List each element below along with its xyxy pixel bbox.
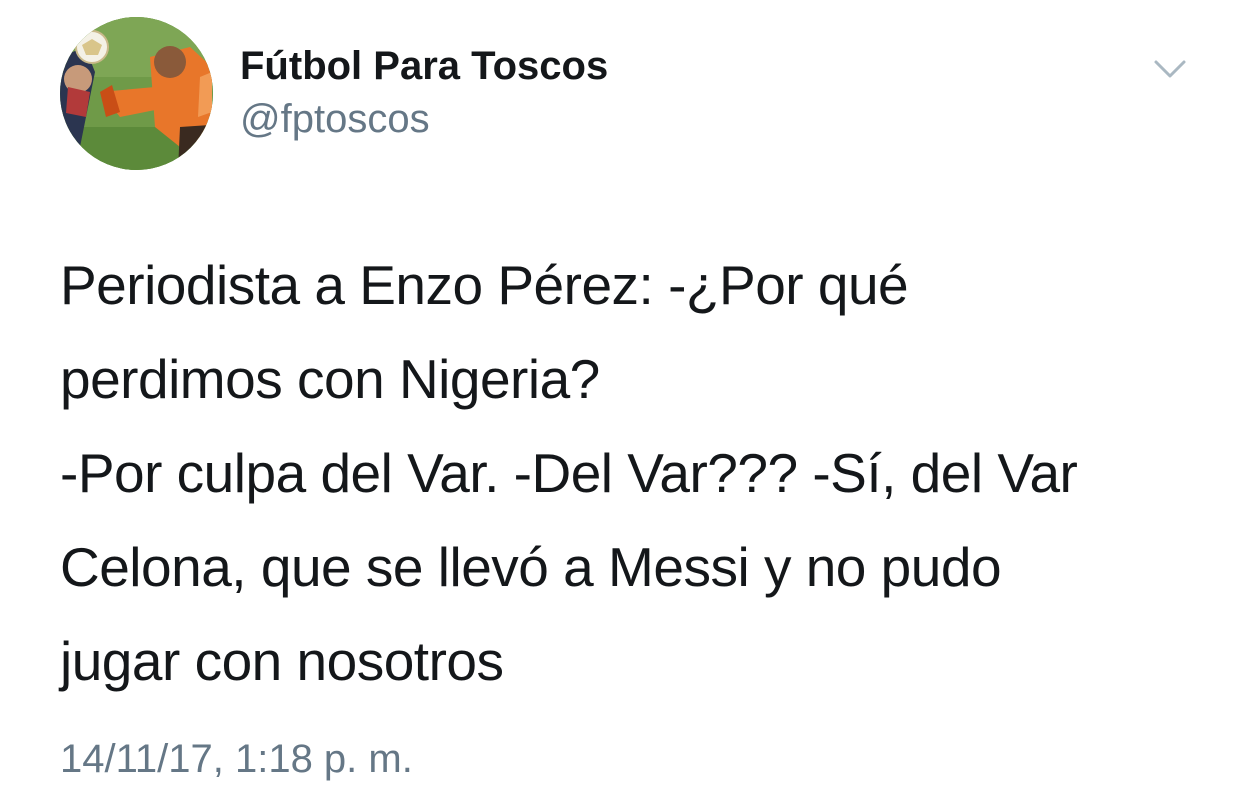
tweet-text-line: Celona, que se llevó a Messi y no pudo [60,536,1002,598]
author-handle[interactable]: @fptoscos [240,95,430,143]
chevron-down-icon [1154,60,1186,78]
tweet-menu-button[interactable] [1148,52,1192,86]
author-display-name[interactable]: Fútbol Para Toscos [240,42,608,90]
tweet-text-line: jugar con nosotros [60,630,504,692]
profile-avatar[interactable] [60,17,213,170]
tweet-timestamp[interactable]: 14/11/17, 1:18 p. m. [60,735,413,783]
tweet-text-line: Periodista a Enzo Pérez: -¿Por qué [60,254,909,316]
tweet-text-line: perdimos con Nigeria? [60,348,600,410]
tweet-text-line: -Por culpa del Var. -Del Var??? -Sí, del… [60,442,1078,504]
soccer-player-avatar-image [60,17,213,170]
tweet-text: Periodista a Enzo Pérez: -¿Por qué perdi… [60,238,1210,708]
tweet-card: Fútbol Para Toscos @fptoscos Periodista … [0,0,1242,803]
